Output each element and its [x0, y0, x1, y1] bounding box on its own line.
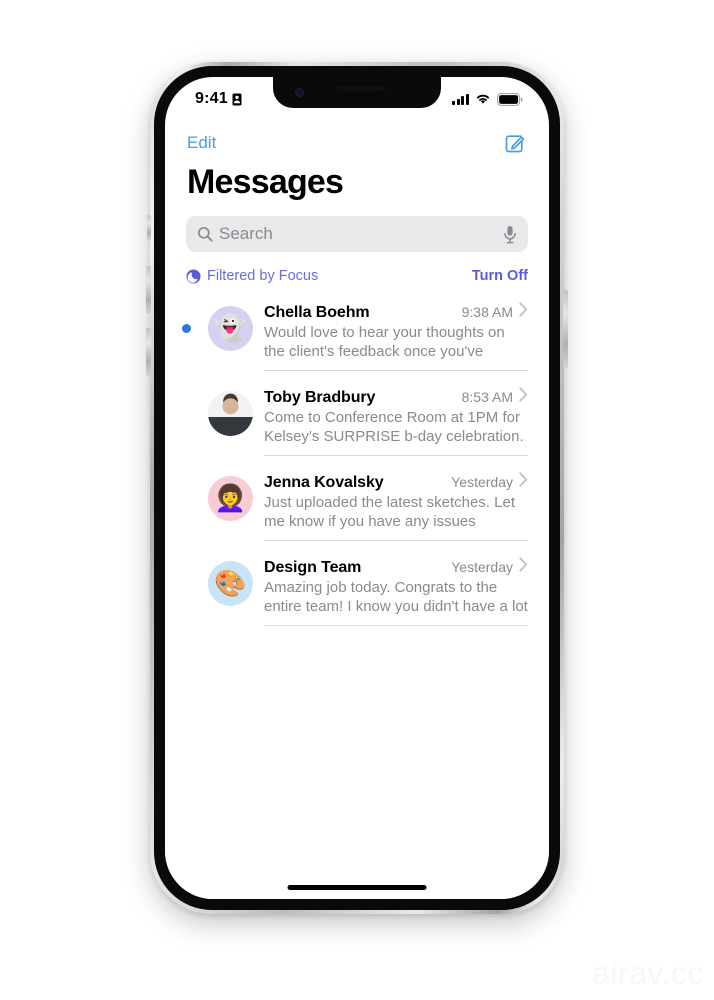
navigation-bar: Edit — [165, 121, 549, 165]
curly-hair-memoji-avatar: 👩‍🦱 — [208, 476, 253, 521]
chevron-right-icon — [519, 557, 528, 572]
conversation-header-row: Jenna Kovalsky Yesterday — [264, 472, 528, 492]
conversation-gutter — [165, 387, 208, 456]
conversation-body: Toby Bradbury 8:53 AM Come to Conference R… — [264, 387, 528, 456]
conversation-row[interactable]: Toby Bradbury 8:53 AM Come to Conference R… — [165, 379, 549, 464]
ghost-memoji-avatar: 👻 — [208, 306, 253, 351]
volume-down-button[interactable] — [146, 328, 151, 376]
ringer-switch[interactable] — [147, 215, 151, 241]
earpiece-speaker — [336, 86, 385, 91]
status-bar-left: 9:41 — [195, 90, 242, 108]
conversation-timestamp: 9:38 AM — [461, 304, 513, 320]
front-camera-icon — [295, 88, 304, 97]
photo-avatar — [208, 391, 253, 436]
avatar-photo — [208, 391, 253, 436]
wifi-icon — [475, 93, 491, 105]
edit-button[interactable]: Edit — [187, 133, 216, 153]
conversation-body: Design Team Yesterday Amazing job today. C… — [264, 557, 528, 626]
chevron-right-icon — [519, 302, 528, 317]
unread-indicator-dot — [182, 324, 191, 333]
conversation-preview-text: Would love to hear your thoughts on the … — [264, 324, 505, 360]
status-bar-right — [452, 92, 523, 106]
chevron-right-icon — [519, 472, 528, 487]
device-screen: 9:41 Edit Messages Search Filtered by Fo… — [165, 77, 549, 899]
focus-filter-info: Filtered by Focus — [186, 268, 318, 284]
conversation-row[interactable]: 👩‍🦱 Jenna Kovalsky Yesterday Just uploaded … — [165, 464, 549, 549]
conversation-body: Chella Boehm 9:38 AM Would love to hear yo… — [264, 302, 528, 371]
conversation-preview-text: Just uploaded the latest sketches. Let m… — [264, 494, 515, 530]
conversation-preview-text: Come to Conference Room at 1PM for Kelse… — [264, 409, 524, 445]
palette-emoji-avatar: 🎨 — [208, 561, 253, 606]
iphone-device-frame: 9:41 Edit Messages Search Filtered by Fo… — [150, 62, 564, 914]
focus-filter-label: Filtered by Focus — [207, 268, 319, 284]
conversation-sender-name: Jenna Kovalsky — [264, 474, 384, 491]
id-card-icon — [232, 93, 242, 106]
battery-icon — [497, 92, 523, 106]
search-icon — [197, 226, 213, 242]
conversation-row[interactable]: 👻 Chella Boehm 9:38 AM Would love to hear y… — [165, 294, 549, 379]
status-time: 9:41 — [195, 90, 228, 107]
chevron-right-icon — [519, 387, 528, 402]
search-input[interactable]: Search — [186, 216, 528, 252]
moon-focus-icon — [186, 269, 201, 284]
conversation-header-row: Chella Boehm 9:38 AM — [264, 302, 528, 322]
conversation-gutter — [165, 302, 208, 371]
home-indicator[interactable] — [287, 885, 427, 890]
watermark: airav.cc — [592, 955, 704, 991]
compose-icon[interactable] — [502, 131, 527, 156]
conversation-preview-text: Amazing job today. Congrats to the entir… — [264, 579, 528, 615]
turn-off-focus-button[interactable]: Turn Off — [472, 268, 528, 284]
conversation-row[interactable]: 🎨 Design Team Yesterday Amazing job today. … — [165, 549, 549, 634]
conversation-gutter — [165, 472, 208, 541]
conversation-sender-name: Chella Boehm — [264, 304, 370, 321]
power-button[interactable] — [563, 290, 568, 368]
conversation-timestamp: 8:53 AM — [461, 389, 513, 405]
conversation-list: 👻 Chella Boehm 9:38 AM Would love to hear y… — [165, 294, 549, 899]
conversation-header-row: Design Team Yesterday — [264, 557, 528, 577]
search-placeholder: Search — [219, 224, 273, 243]
cellular-signal-icon — [452, 93, 469, 105]
conversation-timestamp: Yesterday — [451, 559, 513, 575]
microphone-icon[interactable] — [503, 225, 517, 244]
conversation-gutter — [165, 557, 208, 626]
conversation-sender-name: Toby Bradbury — [264, 389, 376, 406]
conversation-sender-name: Design Team — [264, 559, 362, 576]
page-title: Messages — [187, 163, 344, 201]
device-notch — [273, 77, 441, 108]
conversation-body: Jenna Kovalsky Yesterday Just uploaded the… — [264, 472, 528, 541]
device-bezel: 9:41 Edit Messages Search Filtered by Fo… — [154, 66, 560, 910]
conversation-header-row: Toby Bradbury 8:53 AM — [264, 387, 528, 407]
focus-filter-bar: Filtered by Focus Turn Off — [186, 258, 528, 295]
conversation-timestamp: Yesterday — [451, 474, 513, 490]
volume-up-button[interactable] — [146, 266, 151, 314]
